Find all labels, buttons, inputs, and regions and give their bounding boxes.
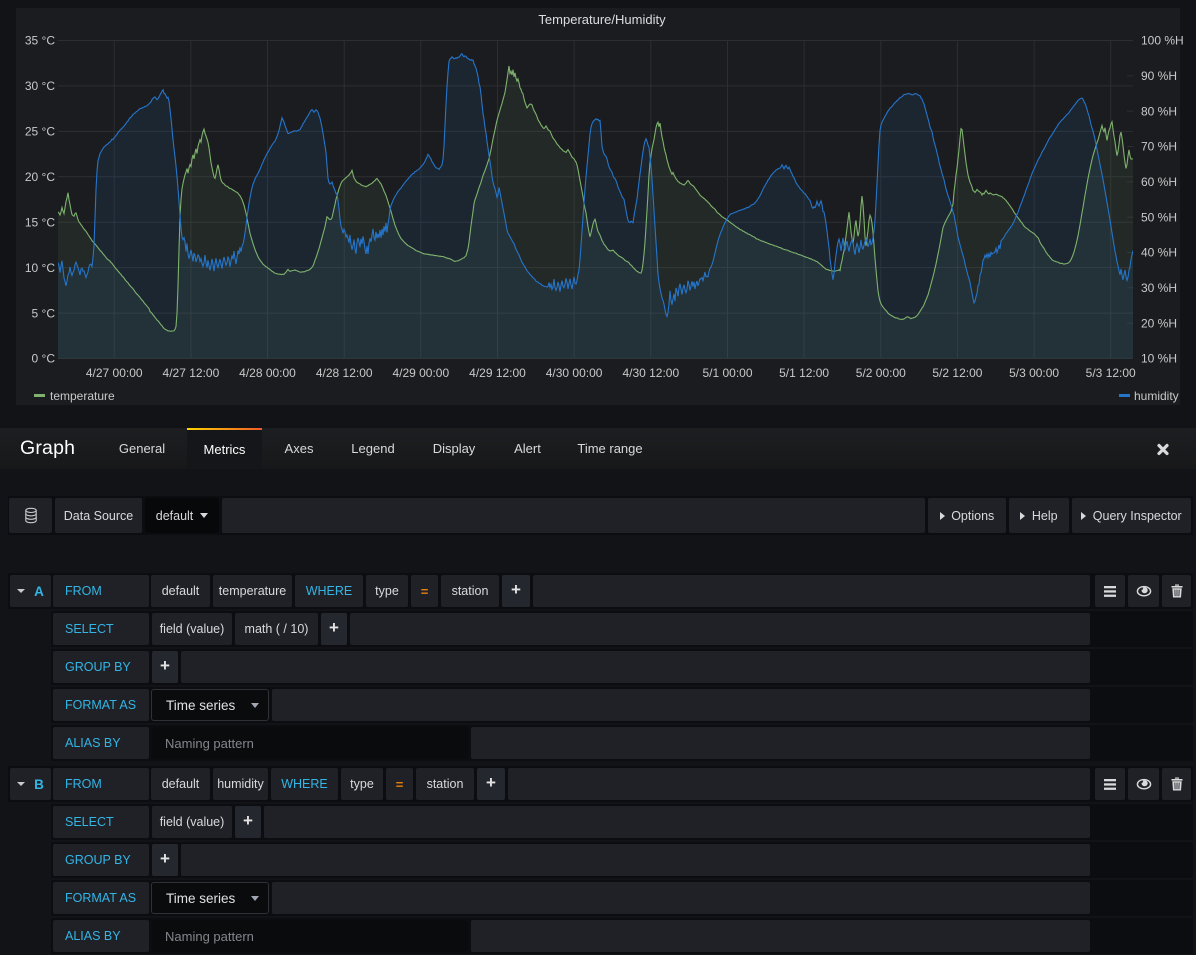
svg-text:20 %H: 20 %H: [1141, 316, 1177, 330]
svg-text:10 %H: 10 %H: [1141, 352, 1177, 366]
svg-text:40 %H: 40 %H: [1141, 246, 1177, 260]
svg-text:70 %H: 70 %H: [1141, 140, 1177, 154]
svg-text:5/2 12:00: 5/2 12:00: [932, 366, 982, 380]
svg-text:20 °C: 20 °C: [25, 170, 55, 184]
svg-text:5/3 12:00: 5/3 12:00: [1086, 366, 1136, 380]
svg-text:4/28 00:00: 4/28 00:00: [239, 366, 296, 380]
svg-text:4/29 00:00: 4/29 00:00: [392, 366, 449, 380]
svg-text:Temperature/Humidity: Temperature/Humidity: [538, 12, 666, 27]
svg-text:60 %H: 60 %H: [1141, 175, 1177, 189]
svg-text:5 °C: 5 °C: [32, 306, 56, 320]
svg-text:4/27 12:00: 4/27 12:00: [163, 366, 220, 380]
svg-text:50 %H: 50 %H: [1141, 210, 1177, 224]
svg-text:80 %H: 80 %H: [1141, 104, 1177, 118]
svg-text:30 °C: 30 °C: [25, 79, 55, 93]
svg-text:30 %H: 30 %H: [1141, 281, 1177, 295]
svg-text:15 °C: 15 °C: [25, 215, 55, 229]
svg-text:35 °C: 35 °C: [25, 34, 55, 48]
svg-text:temperature: temperature: [50, 389, 115, 403]
svg-text:humidity: humidity: [1134, 389, 1179, 403]
svg-text:5/1 00:00: 5/1 00:00: [702, 366, 752, 380]
svg-text:4/27 00:00: 4/27 00:00: [86, 366, 143, 380]
svg-text:4/28 12:00: 4/28 12:00: [316, 366, 373, 380]
svg-text:5/3 00:00: 5/3 00:00: [1009, 366, 1059, 380]
svg-text:100 %H: 100 %H: [1141, 34, 1184, 48]
svg-text:5/2 00:00: 5/2 00:00: [856, 366, 906, 380]
svg-text:0 °C: 0 °C: [32, 352, 56, 366]
svg-text:90 %H: 90 %H: [1141, 69, 1177, 83]
svg-text:25 °C: 25 °C: [25, 125, 55, 139]
svg-text:10 °C: 10 °C: [25, 261, 55, 275]
svg-text:4/29 12:00: 4/29 12:00: [469, 366, 526, 380]
svg-text:4/30 00:00: 4/30 00:00: [546, 366, 603, 380]
svg-text:5/1 12:00: 5/1 12:00: [779, 366, 829, 380]
svg-text:4/30 12:00: 4/30 12:00: [622, 366, 679, 380]
